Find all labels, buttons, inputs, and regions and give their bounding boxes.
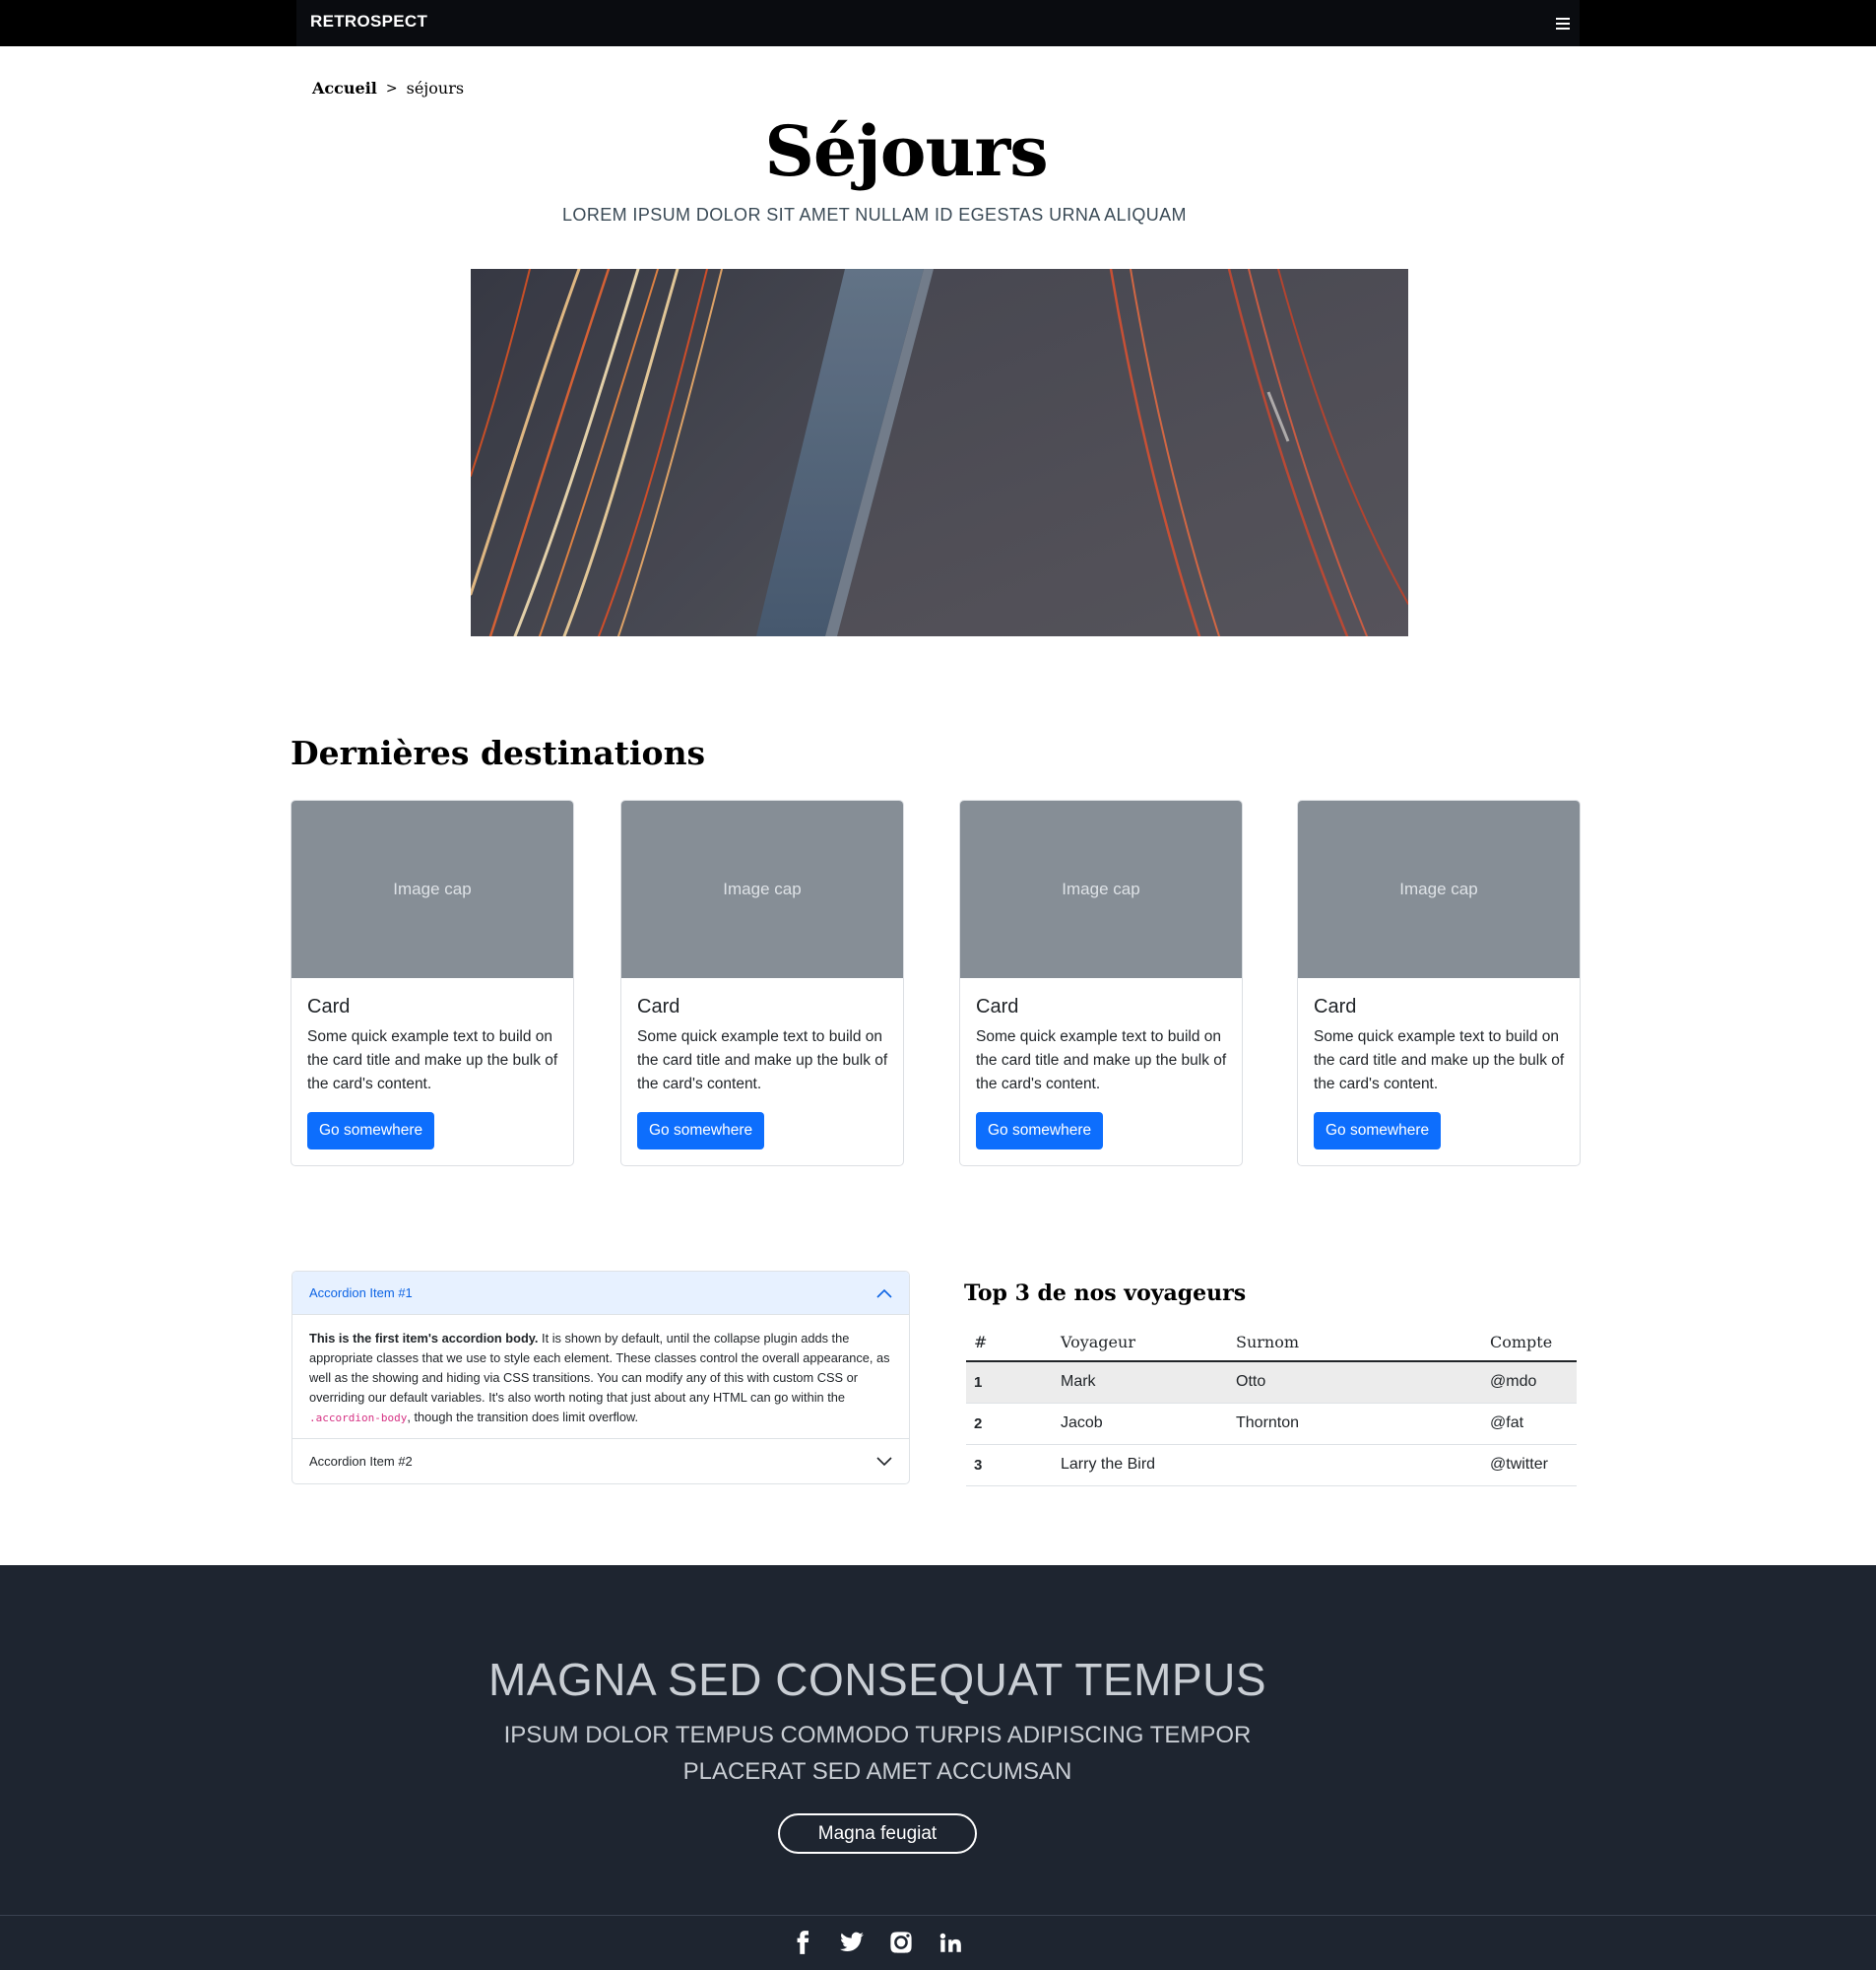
go-somewhere-button[interactable]: Go somewhere [976, 1112, 1104, 1149]
breadcrumb-separator: > [385, 80, 398, 97]
page-title: Séjours [764, 110, 1048, 192]
table-cell: 1 [966, 1361, 1053, 1404]
travelers-table-title: Top 3 de nos voyageurs [964, 1280, 1247, 1306]
social-links [788, 1928, 965, 1957]
facebook-icon[interactable] [788, 1928, 817, 1957]
table-row: 3 Larry the Bird @twitter [966, 1444, 1577, 1486]
table-cell: Otto [1228, 1361, 1482, 1404]
destination-card: Image cap Card Some quick example text t… [959, 800, 1243, 1166]
table-cell: Mark [1053, 1361, 1228, 1404]
column-header-surnom: Surnom [1228, 1324, 1482, 1362]
brand-logo[interactable]: RETROSPECT [310, 12, 427, 32]
table-cell: 2 [966, 1403, 1053, 1445]
card-title: Card [307, 996, 351, 1018]
menu-toggle-button[interactable] [1546, 11, 1580, 35]
card-title: Card [976, 996, 1019, 1018]
table-cell: Larry the Bird [1053, 1444, 1228, 1486]
go-somewhere-button[interactable]: Go somewhere [307, 1112, 435, 1149]
card-image-cap: Image cap [1298, 801, 1580, 978]
destination-card: Image cap Card Some quick example text t… [1297, 800, 1581, 1166]
table-header-row: # Voyageur Surnom Compte [966, 1324, 1577, 1362]
accordion: Accordion Item #1 This is the first item… [291, 1271, 910, 1484]
card-title: Card [637, 996, 680, 1018]
accordion-body-code: .accordion-body [309, 1412, 408, 1424]
table-cell: @mdo [1482, 1361, 1577, 1404]
go-somewhere-button[interactable]: Go somewhere [637, 1112, 765, 1149]
destination-card: Image cap Card Some quick example text t… [291, 800, 574, 1166]
accordion-body-tail: , though the transition does limit overf… [407, 1410, 639, 1424]
navbar-inner [296, 0, 1580, 46]
breadcrumb: Accueil > séjours [312, 79, 464, 98]
table-cell: @twitter [1482, 1444, 1577, 1486]
card-text: Some quick example text to build on the … [976, 1028, 1227, 1092]
table-cell: @fat [1482, 1403, 1577, 1445]
instagram-icon[interactable] [886, 1928, 916, 1957]
accordion-item-1-body: This is the first item's accordion body.… [292, 1315, 909, 1439]
navbar: RETROSPECT [0, 0, 1876, 46]
magna-feugiat-button[interactable]: Magna feugiat [778, 1813, 977, 1854]
go-somewhere-button[interactable]: Go somewhere [1314, 1112, 1442, 1149]
card-image-cap: Image cap [291, 801, 573, 978]
travelers-table: # Voyageur Surnom Compte 1 Mark Otto @md… [966, 1324, 1577, 1486]
card-image-cap: Image cap [960, 801, 1242, 978]
footer-headline: MAGNA SED CONSEQUAT TEMPUS [487, 1654, 1267, 1705]
table-cell: Jacob [1053, 1403, 1228, 1445]
table-row: 2 Jacob Thornton @fat [966, 1403, 1577, 1445]
accordion-item-2-header[interactable]: Accordion Item #2 [292, 1439, 909, 1483]
footer-subline: IPSUM DOLOR TEMPUS COMMODO TURPIS ADIPIS… [503, 1722, 1252, 1785]
page-subtitle: LOREM IPSUM DOLOR SIT AMET NULLAM ID EGE… [562, 205, 1187, 225]
table-row: 1 Mark Otto @mdo [966, 1361, 1577, 1404]
twitter-icon[interactable] [837, 1928, 867, 1957]
chevron-up-icon [876, 1288, 892, 1298]
card-image-cap: Image cap [621, 801, 903, 978]
card-text: Some quick example text to build on the … [637, 1028, 888, 1092]
card-title: Card [1314, 996, 1357, 1018]
destination-card: Image cap Card Some quick example text t… [620, 800, 904, 1166]
footer-divider [0, 1915, 1876, 1916]
linkedin-icon[interactable] [936, 1928, 965, 1957]
accordion-item-2-label: Accordion Item #2 [309, 1454, 413, 1469]
accordion-item-1-header[interactable]: Accordion Item #1 [292, 1272, 909, 1315]
accordion-body-strong: This is the first item's accordion body. [309, 1331, 539, 1346]
hero-image [471, 269, 1408, 636]
column-header-voyageur: Voyageur [1053, 1324, 1228, 1362]
column-header-compte: Compte [1482, 1324, 1577, 1362]
card-text: Some quick example text to build on the … [307, 1028, 558, 1092]
destinations-heading: Dernières destinations [291, 734, 706, 772]
footer: MAGNA SED CONSEQUAT TEMPUS IPSUM DOLOR T… [0, 1565, 1876, 1970]
column-header-number: # [966, 1324, 1053, 1362]
table-cell: Thornton [1228, 1403, 1482, 1445]
chevron-down-icon [876, 1456, 892, 1467]
hamburger-icon [1556, 17, 1570, 30]
breadcrumb-current: séjours [406, 79, 465, 98]
breadcrumb-home-link[interactable]: Accueil [312, 79, 377, 98]
table-cell [1228, 1444, 1482, 1486]
accordion-item-1-label: Accordion Item #1 [309, 1285, 413, 1300]
card-text: Some quick example text to build on the … [1314, 1028, 1565, 1092]
table-cell: 3 [966, 1444, 1053, 1486]
